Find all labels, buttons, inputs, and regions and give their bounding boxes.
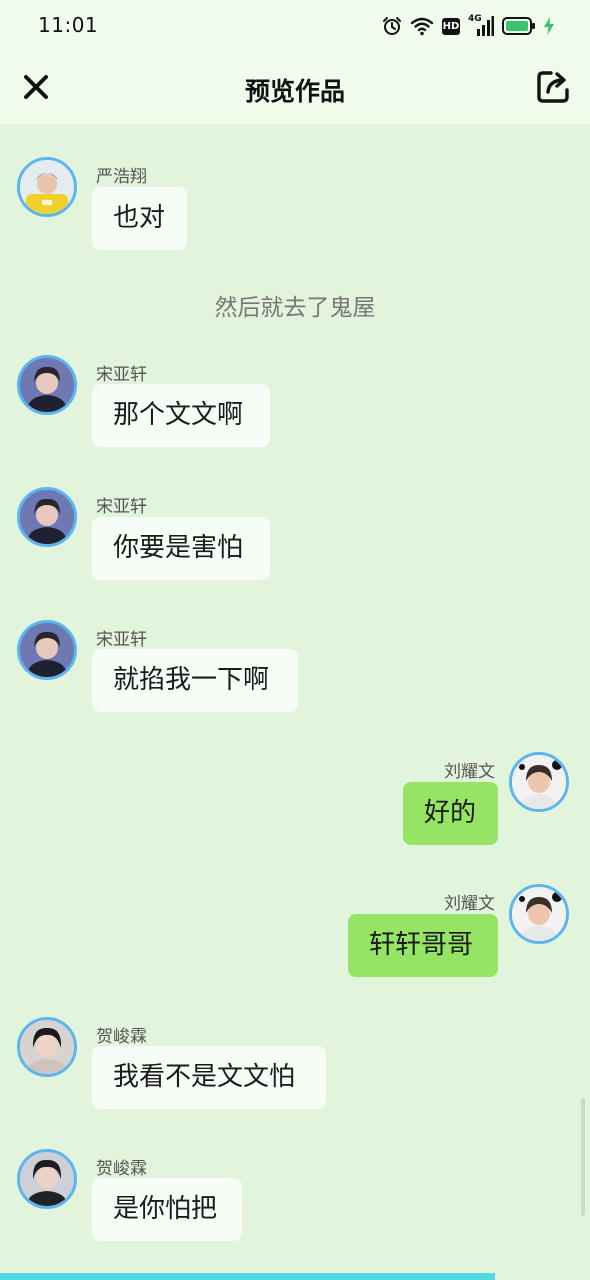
sender-name: 宋亚轩: [96, 497, 147, 517]
wifi-icon: [410, 16, 434, 36]
sender-name: 贺峻霖: [96, 1027, 147, 1047]
share-icon: [536, 70, 570, 108]
avatar-songyaxuan[interactable]: [17, 620, 77, 680]
message-bubble[interactable]: 就掐我一下啊: [92, 649, 298, 712]
message-bubble[interactable]: 好的: [403, 782, 498, 845]
title-bar: 预览作品: [0, 52, 590, 124]
share-button[interactable]: [534, 70, 572, 108]
battery-icon: [502, 17, 536, 35]
status-time: 11:01: [38, 13, 99, 37]
status-bar: 11:01 HD 4G: [0, 0, 590, 52]
avatar-yanhaoxiang[interactable]: [17, 157, 77, 217]
message-bubble[interactable]: 是你怕把: [92, 1178, 242, 1241]
status-icons: HD 4G: [382, 14, 554, 37]
charging-icon: [544, 17, 554, 35]
avatar-songyaxuan[interactable]: [17, 355, 77, 415]
avatar-liuyaowen[interactable]: [509, 884, 569, 944]
signal-4g-icon: 4G: [468, 14, 494, 37]
sender-name: 严浩翔: [96, 167, 147, 187]
message-bubble[interactable]: 我看不是文文怕: [92, 1046, 326, 1109]
avatar-liuyaowen[interactable]: [509, 752, 569, 812]
message-bubble[interactable]: 也对: [92, 187, 187, 250]
chat-area[interactable]: 严浩翔 也对 然后就去了鬼屋 宋亚轩 那个文文啊 宋亚轩 你要是害怕 宋亚轩 就…: [0, 124, 590, 1280]
scrollbar[interactable]: [581, 1098, 585, 1216]
sender-name: 贺峻霖: [96, 1159, 147, 1179]
avatar-hejunlin[interactable]: [17, 1017, 77, 1077]
message-bubble[interactable]: 你要是害怕: [92, 517, 270, 580]
sender-name: 宋亚轩: [96, 365, 147, 385]
progress-line: [0, 1273, 495, 1280]
page-title: 预览作品: [244, 77, 345, 106]
avatar-songyaxuan[interactable]: [17, 487, 77, 547]
alarm-icon: [382, 16, 402, 36]
message-bubble[interactable]: 那个文文啊: [92, 384, 270, 447]
message-bubble[interactable]: 轩轩哥哥: [348, 914, 498, 977]
hd-icon: HD: [442, 17, 460, 35]
sender-name: 宋亚轩: [96, 630, 147, 650]
sender-name: 刘耀文: [444, 762, 495, 782]
system-note: 然后就去了鬼屋: [214, 295, 376, 321]
avatar-hejunlin[interactable]: [17, 1149, 77, 1209]
sender-name: 刘耀文: [444, 894, 495, 914]
